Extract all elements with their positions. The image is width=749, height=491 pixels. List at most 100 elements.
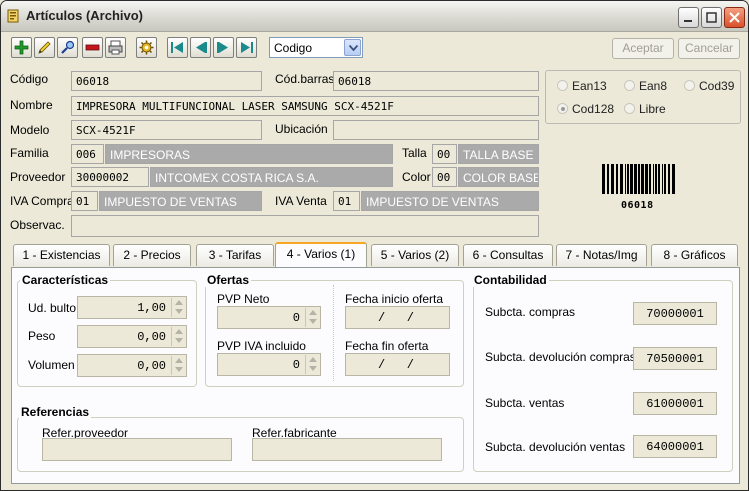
radio-cod39-label: Cod39 <box>699 79 735 93</box>
radio-button-icon <box>684 80 695 91</box>
barcode-number: 06018 <box>621 200 654 211</box>
close-button[interactable] <box>724 7 745 28</box>
maximize-icon <box>706 12 717 23</box>
observaciones-field[interactable] <box>71 215 539 237</box>
subcta-ventas-label: Subcta. ventas <box>485 396 565 410</box>
peso-spinner[interactable] <box>171 327 185 346</box>
ud-bulto-field[interactable]: 1,00 <box>77 296 187 319</box>
spinner-down-icon <box>175 338 183 343</box>
settings-button[interactable] <box>136 37 157 58</box>
talla-code-field[interactable]: 00 <box>432 144 457 164</box>
ivacompra-label: IVA Compra <box>10 194 74 208</box>
search-field-select[interactable]: Codigo <box>269 37 363 58</box>
tab-existencias[interactable]: 1 - Existencias <box>13 244 110 266</box>
delete-button[interactable] <box>82 37 103 58</box>
radio-ean8-label: Ean8 <box>639 79 668 93</box>
ubicacion-field[interactable] <box>333 120 539 140</box>
accept-button[interactable]: Aceptar <box>612 38 674 59</box>
close-icon <box>729 12 740 23</box>
refer-proveedor-field[interactable] <box>42 438 232 461</box>
tab-varios-1[interactable]: 4 - Varios (1) <box>275 242 367 268</box>
nombre-label: Nombre <box>10 98 53 112</box>
fecha-fin-label: Fecha fin oferta <box>345 339 429 353</box>
barcode-bar <box>620 164 623 194</box>
pvp-neto-label: PVP Neto <box>217 292 270 306</box>
subcta-dev-compras-field[interactable]: 70500001 <box>633 347 717 370</box>
tab-precios[interactable]: 2 - Precios <box>113 244 191 266</box>
barcode-bar <box>672 164 675 194</box>
ivaventa-code-field[interactable]: 01 <box>333 191 360 211</box>
dropdown-arrow[interactable] <box>344 39 361 56</box>
talla-name-field: TALLA BASE <box>458 144 539 164</box>
proveedor-label: Proveedor <box>10 170 66 184</box>
print-button[interactable] <box>105 37 126 58</box>
subcta-dev-ventas-field[interactable]: 64000001 <box>633 435 717 458</box>
barcode-bar <box>641 164 644 194</box>
ud-bulto-spinner[interactable] <box>171 298 185 317</box>
radio-cod128[interactable]: Cod128 <box>557 102 614 116</box>
radio-button-icon <box>624 103 635 114</box>
search-button[interactable] <box>57 37 78 58</box>
minimize-button[interactable] <box>678 7 699 28</box>
codbarras-field[interactable]: 06018 <box>333 71 539 91</box>
fecha-fin-field[interactable]: / / <box>345 353 450 376</box>
spinner-down-icon <box>175 309 183 314</box>
maximize-button[interactable] <box>701 7 722 28</box>
pvp-iva-value: 0 <box>292 358 300 372</box>
first-record-button[interactable] <box>167 37 188 58</box>
add-icon <box>14 40 29 55</box>
tab-consultas[interactable]: 6 - Consultas <box>463 244 553 266</box>
radio-libre[interactable]: Libre <box>624 102 666 116</box>
last-record-icon <box>241 42 253 53</box>
volumen-value: 0,00 <box>137 359 166 373</box>
pvp-iva-field[interactable]: 0 <box>217 353 321 376</box>
familia-code-field[interactable]: 006 <box>71 144 104 164</box>
ivacompra-code-field[interactable]: 01 <box>71 191 98 211</box>
minimize-icon <box>684 20 692 22</box>
pvp-iva-spinner[interactable] <box>305 355 319 374</box>
barcode-bar <box>653 164 654 194</box>
volumen-field[interactable]: 0,00 <box>77 354 187 377</box>
refer-fabricante-field[interactable] <box>252 438 442 461</box>
codbarras-label: Cód.barras <box>275 72 335 86</box>
fecha-inicio-field[interactable]: / / <box>345 306 450 329</box>
settings-icon <box>139 40 154 55</box>
radio-ean13-label: Ean13 <box>572 79 607 93</box>
barcode-bar <box>602 164 605 194</box>
subcta-ventas-field[interactable]: 61000001 <box>633 392 717 415</box>
fecha-inicio-label: Fecha inicio oferta <box>345 292 444 306</box>
radio-cod39[interactable]: Cod39 <box>684 79 734 93</box>
tab-notas-img[interactable]: 7 - Notas/Img <box>556 244 647 266</box>
ivacompra-name-field: IMPUESTO DE VENTAS <box>99 191 262 211</box>
modelo-label: Modelo <box>10 123 50 137</box>
spinner-up-icon <box>309 310 317 315</box>
barcode-bar <box>630 164 633 194</box>
previous-record-button[interactable] <box>190 37 211 58</box>
edit-button[interactable] <box>34 37 55 58</box>
pvp-neto-field[interactable]: 0 <box>217 306 321 329</box>
cancel-button[interactable]: Cancelar <box>678 38 740 59</box>
talla-label: Talla <box>402 146 427 160</box>
volumen-spinner[interactable] <box>171 356 185 375</box>
codigo-label: Código <box>10 72 49 86</box>
color-code-field[interactable]: 00 <box>432 167 457 187</box>
radio-ean8[interactable]: Ean8 <box>624 79 667 93</box>
proveedor-code-field[interactable]: 30000002 <box>71 167 149 187</box>
peso-field[interactable]: 0,00 <box>77 325 187 348</box>
radio-ean13[interactable]: Ean13 <box>557 79 607 93</box>
ud-bulto-value: 1,00 <box>137 301 166 315</box>
tab-varios-2[interactable]: 5 - Varios (2) <box>371 244 459 266</box>
modelo-field[interactable]: SCX-4521F <box>71 120 262 140</box>
last-record-button[interactable] <box>236 37 257 58</box>
add-button[interactable] <box>11 37 32 58</box>
pvp-neto-spinner[interactable] <box>305 308 319 327</box>
print-icon <box>108 40 123 55</box>
tab-graficos[interactable]: 8 - Gráficos <box>651 244 738 266</box>
codigo-field[interactable]: 06018 <box>71 71 262 91</box>
next-record-button[interactable] <box>213 37 234 58</box>
nombre-field[interactable]: IMPRESORA MULTIFUNCIONAL LASER SAMSUNG S… <box>71 96 539 116</box>
subcta-compras-field[interactable]: 70000001 <box>633 302 717 325</box>
first-record-icon <box>171 42 183 53</box>
radio-button-icon <box>557 80 568 91</box>
tab-tarifas[interactable]: 3 - Tarifas <box>196 244 274 266</box>
